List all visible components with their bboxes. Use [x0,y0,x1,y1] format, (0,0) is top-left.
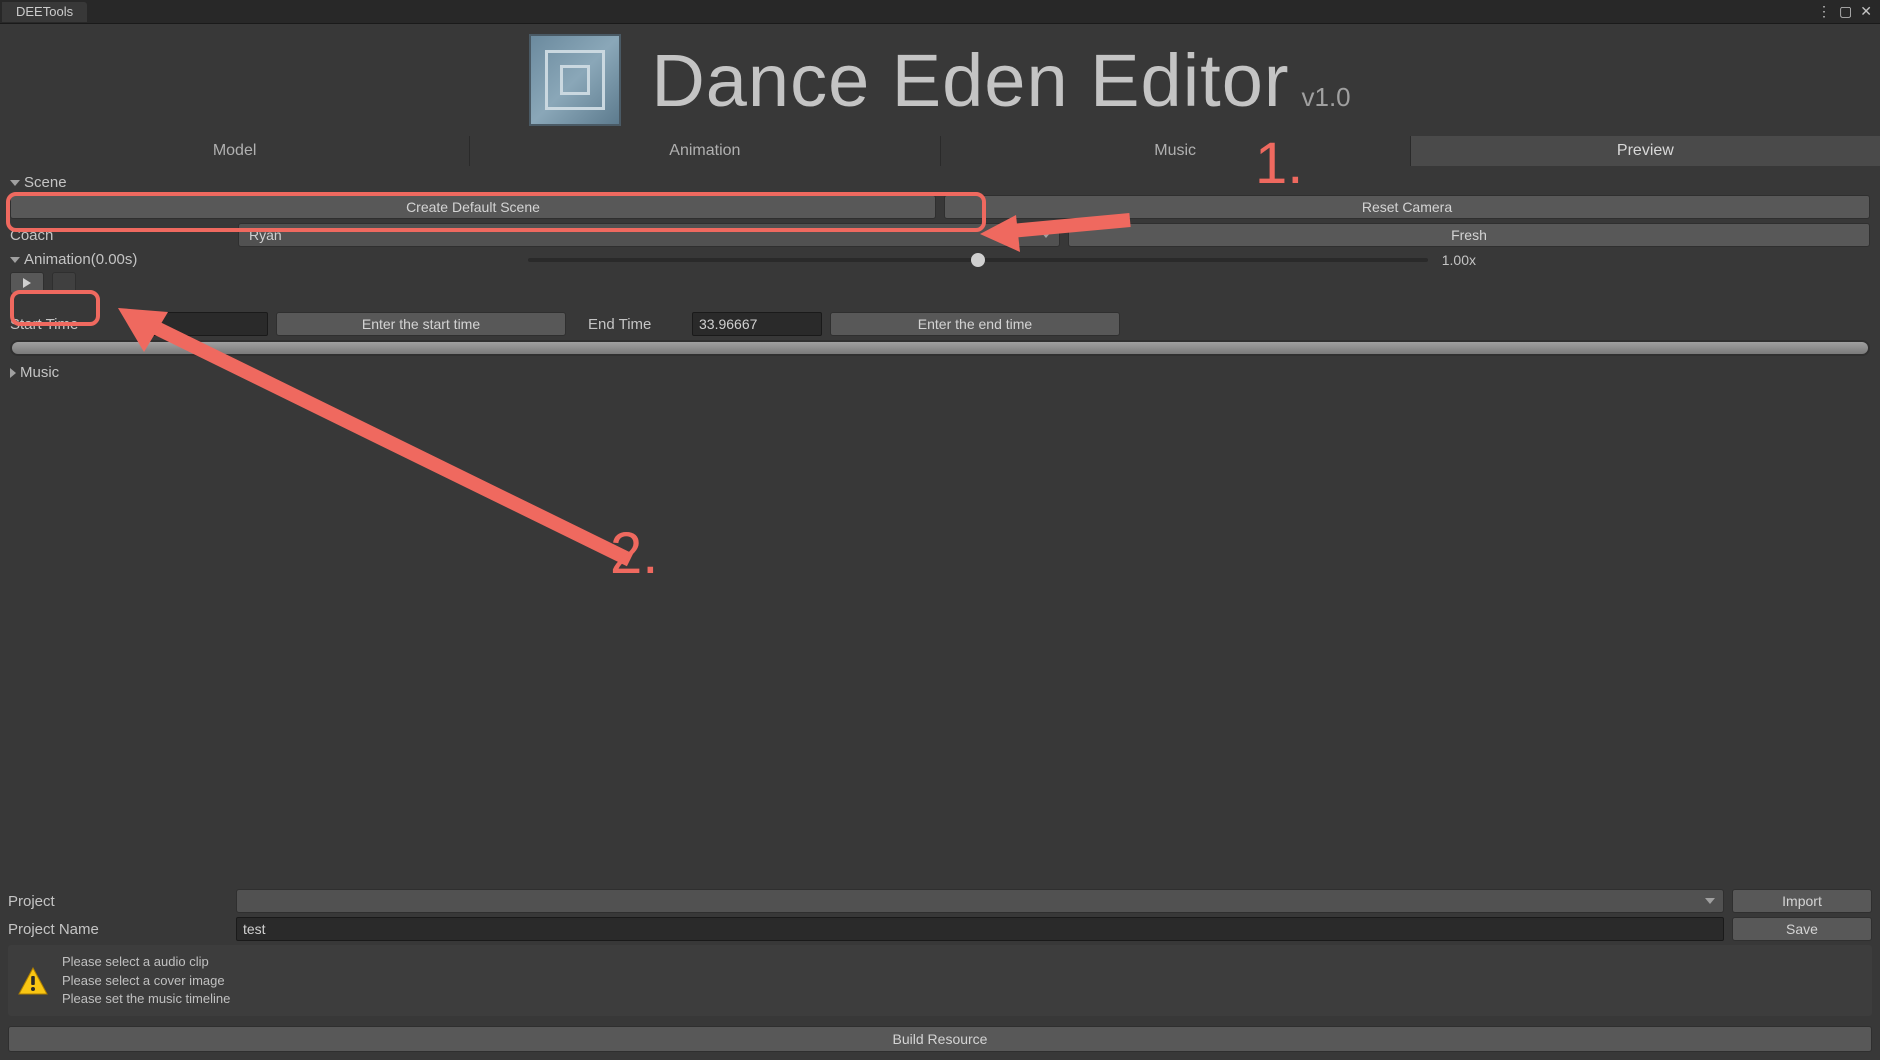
warning-line: Please set the music timeline [62,990,230,1008]
warning-line: Please select a audio clip [62,953,230,971]
start-time-label: Start Time [10,316,130,333]
play-icon [23,278,31,288]
animation-foldout[interactable]: Animation(0.00s) [10,251,520,268]
end-time-input[interactable]: 33.96667 [692,312,822,336]
build-resource-button[interactable]: Build Resource [8,1026,1872,1052]
app-version: v1.0 [1302,82,1351,113]
play-button[interactable] [10,272,44,294]
chevron-down-icon [10,180,20,186]
app-title: Dance Eden Editor [651,38,1289,123]
fresh-button[interactable]: Fresh [1068,223,1870,247]
window-tab[interactable]: DEETools [2,2,87,22]
animation-label: Animation(0.00s) [24,251,137,268]
chevron-right-icon [10,368,16,378]
warning-box: Please select a audio clip Please select… [8,945,1872,1016]
header: Dance Eden Editor v1.0 [0,24,1880,136]
import-button[interactable]: Import [1732,889,1872,913]
project-area: Project Import Project Name test Save Pl… [0,879,1880,1060]
create-default-scene-button[interactable]: Create Default Scene [10,195,936,219]
music-foldout[interactable]: Music [10,364,1870,381]
start-time-input[interactable] [138,312,268,336]
app-logo [529,34,621,126]
enter-start-time-button[interactable]: Enter the start time [276,312,566,336]
scene-label: Scene [24,174,67,191]
chevron-down-icon [10,257,20,263]
coach-value: Ryan [249,227,282,243]
enter-end-time-button[interactable]: Enter the end time [830,312,1120,336]
tab-animation[interactable]: Animation [470,136,940,166]
maximize-icon[interactable]: ▢ [1839,3,1852,20]
speed-slider[interactable]: 1.00x [528,252,1870,268]
timeline-scrollbar[interactable] [10,340,1870,356]
window-controls: ⋮ ▢ ✕ [1817,3,1880,20]
warning-line: Please select a cover image [62,972,230,990]
project-name-input[interactable]: test [236,917,1724,941]
end-time-label: End Time [574,316,684,333]
project-label: Project [8,893,228,910]
menu-icon[interactable]: ⋮ [1817,3,1831,20]
tab-preview[interactable]: Preview [1411,136,1880,166]
warning-icon [18,967,48,995]
reset-camera-button[interactable]: Reset Camera [944,195,1870,219]
chevron-down-icon [1041,232,1051,238]
title-bar: DEETools ⋮ ▢ ✕ [0,0,1880,24]
close-icon[interactable]: ✕ [1860,3,1872,20]
nav-tabs: Model Animation Music Preview [0,136,1880,166]
project-name-label: Project Name [8,921,228,938]
music-label: Music [20,364,59,381]
speed-value: 1.00x [1442,252,1476,268]
project-dropdown[interactable] [236,889,1724,913]
scene-foldout[interactable]: Scene [10,174,1870,191]
coach-dropdown[interactable]: Ryan [238,223,1060,247]
save-button[interactable]: Save [1732,917,1872,941]
tab-music[interactable]: Music [941,136,1411,166]
stop-button[interactable] [52,272,76,294]
coach-label: Coach [10,227,230,244]
chevron-down-icon [1705,898,1715,904]
tab-model[interactable]: Model [0,136,470,166]
warning-text: Please select a audio clip Please select… [62,953,230,1008]
